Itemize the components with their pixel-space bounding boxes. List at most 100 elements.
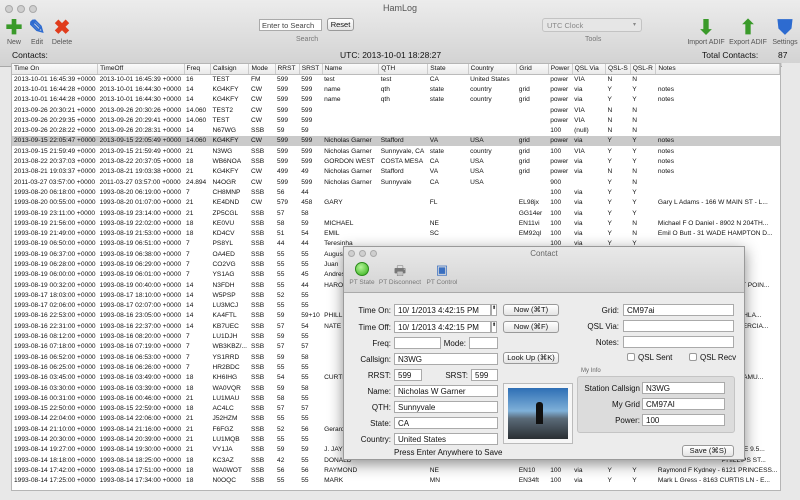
table-row[interactable]: 2013-10-01 16:44:28 +0000 2013-10-01 16:4…: [12, 95, 780, 105]
cell-timeoff: 2013-09-26 20:28:31 +0000: [99, 127, 182, 135]
cell-time-on: 1993-08-14 18:18:00 +0000: [14, 456, 96, 464]
table-row[interactable]: 2013-10-01 16:45:39 +0000 2013-10-01 16:4…: [12, 74, 780, 84]
new-button[interactable]: ✚ New: [3, 17, 25, 46]
column-header-name[interactable]: Name: [322, 64, 380, 75]
table-row[interactable]: 1993-08-19 21:56:00 +0000 1993-08-19 22:0…: [12, 218, 780, 228]
lookup-button[interactable]: Look Up (⌘K): [503, 352, 559, 364]
column-header-notes[interactable]: Notes: [655, 64, 780, 75]
time-off-label: Time Off:: [358, 323, 391, 332]
qsl-via-field[interactable]: [623, 320, 734, 332]
callsign-field[interactable]: N3WG: [394, 353, 498, 365]
freq-field[interactable]: [394, 337, 441, 349]
table-row[interactable]: 2013-09-26 20:29:35 +0000 2013-09-26 20:2…: [12, 115, 780, 125]
time-off-field[interactable]: 10/ 1/2013 4:42:15 PM: [394, 321, 491, 333]
table-row[interactable]: 2013-09-26 20:30:21 +0000 2013-09-26 20:3…: [12, 105, 780, 115]
column-header-qsl-via[interactable]: QSL Via: [572, 64, 606, 75]
mode-field[interactable]: [469, 337, 498, 349]
table-row[interactable]: 2013-09-26 20:28:22 +0000 2013-09-26 20:2…: [12, 125, 780, 135]
now-time-off-button[interactable]: Now (⌘F): [503, 321, 559, 333]
checkbox-icon: [689, 353, 697, 361]
cell-callsign: LU1DJH: [212, 333, 238, 341]
now-time-on-button[interactable]: Now (⌘T): [503, 304, 559, 316]
power-field[interactable]: 100: [642, 414, 725, 426]
cell-time-on: 2013-09-26 20:30:21 +0000: [14, 106, 96, 114]
column-header-power[interactable]: Power: [548, 64, 573, 75]
time-on-stepper[interactable]: ⬍: [491, 304, 497, 316]
table-row[interactable]: 1993-08-20 06:18:00 +0000 1993-08-20 06:1…: [12, 187, 780, 197]
cell-rrst: 42: [277, 456, 285, 464]
cell-qth: [379, 476, 428, 486]
state-field[interactable]: CA: [394, 417, 498, 429]
table-row[interactable]: 1993-08-14 17:42:00 +0000 1993-08-14 17:5…: [12, 465, 780, 475]
column-header-state[interactable]: State: [427, 64, 469, 75]
cell-country: country: [470, 96, 492, 104]
station-callsign-field[interactable]: N3WG: [642, 382, 725, 394]
table-row[interactable]: 2011-03-27 03:57:00 +0000 2011-03-27 03:5…: [12, 177, 780, 187]
cell-mode: SSB: [250, 374, 265, 382]
cell-freq: 21: [186, 415, 194, 423]
edit-button[interactable]: ✎ Edit: [26, 17, 48, 46]
import-adif-button[interactable]: ⬇ Import ADIF: [686, 17, 726, 46]
cell-rrst: 599: [277, 158, 289, 166]
cell-srst: 58: [301, 384, 309, 392]
table-row[interactable]: 2013-08-22 20:37:03 +0000 2013-08-22 20:3…: [12, 156, 780, 166]
column-header-srst[interactable]: SRST: [299, 64, 323, 75]
column-header-qsl-r[interactable]: QSL-R: [630, 64, 657, 75]
column-header-time-on[interactable]: Time On: [12, 64, 99, 75]
column-header-mode[interactable]: Mode: [248, 64, 276, 75]
cell-srst: 57: [301, 343, 309, 351]
settings-button[interactable]: ⛊ Settings: [770, 17, 800, 46]
column-header-qth[interactable]: QTH: [378, 64, 429, 75]
cell-state: VA: [427, 135, 469, 147]
name-field[interactable]: Nicholas W Garner: [394, 385, 498, 397]
cell-power: power: [550, 158, 569, 166]
pt-state-button[interactable]: PT State: [348, 262, 376, 286]
column-header-rrst[interactable]: RRST: [275, 64, 300, 75]
column-header-callsign[interactable]: Callsign: [210, 64, 250, 75]
cell-country: [468, 187, 517, 197]
cell-freq: 7: [186, 250, 190, 258]
column-header-grid[interactable]: Grid: [516, 64, 549, 75]
cell-notes: notes: [657, 96, 675, 104]
table-row[interactable]: 1993-08-20 00:55:00 +0000 1993-08-20 01:0…: [12, 198, 780, 208]
qsl-sent-checkbox[interactable]: QSL Sent: [627, 353, 672, 362]
table-row[interactable]: 2013-10-01 16:44:28 +0000 2013-10-01 16:4…: [12, 84, 780, 94]
table-row[interactable]: 1993-08-19 21:49:00 +0000 1993-08-19 21:5…: [12, 228, 780, 238]
table-row[interactable]: 2013-09-15 22:05:47 +0000 2013-09-15 22:0…: [12, 135, 780, 147]
pt-disconnect-button[interactable]: 🖶 PT Disconnect: [378, 262, 422, 286]
cell-time-on: 2013-10-01 16:45:39 +0000: [14, 75, 96, 83]
cell-timeoff: 1993-08-14 17:34:00 +0000: [99, 477, 182, 485]
export-adif-button[interactable]: ⬆ Export ADIF: [728, 17, 768, 46]
table-row[interactable]: 2013-09-15 21:59:49 +0000 2013-09-15 21:5…: [12, 146, 780, 156]
qth-field[interactable]: Sunnyvale: [394, 401, 498, 413]
table-row[interactable]: 1993-08-19 23:11:00 +0000 1993-08-19 23:1…: [12, 208, 780, 218]
cell-qsl-s: Y: [607, 178, 612, 186]
column-header-country[interactable]: Country: [468, 64, 518, 75]
table-row[interactable]: 2013-08-21 19:03:37 +0000 2013-08-21 19:0…: [12, 167, 780, 177]
my-grid-field[interactable]: CM97AI: [642, 398, 725, 410]
notes-field[interactable]: [623, 336, 734, 348]
column-header-freq[interactable]: Freq: [184, 64, 212, 75]
pt-control-button[interactable]: ▣ PT Control: [424, 262, 460, 286]
cell-freq: 14: [186, 281, 194, 289]
time-on-field[interactable]: 10/ 1/2013 4:42:15 PM: [394, 304, 491, 316]
cell-timeoff: 1993-08-17 02:07:00 +0000: [99, 302, 182, 310]
qsl-recv-checkbox[interactable]: QSL Recv: [689, 353, 736, 362]
save-button[interactable]: Save (⌘S): [682, 445, 734, 457]
grid-field[interactable]: CM97ai: [623, 304, 734, 316]
srst-field[interactable]: 599: [471, 369, 498, 381]
tools-select[interactable]: UTC Clock ▾: [542, 18, 642, 32]
search-input[interactable]: Enter to Search: [259, 19, 322, 31]
cell-power: 100: [550, 199, 562, 207]
table-row[interactable]: 1993-08-14 17:25:00 +0000 1993-08-14 17:3…: [12, 476, 780, 486]
column-header-timeoff[interactable]: TimeOff: [97, 64, 185, 75]
reset-button[interactable]: Reset: [327, 18, 354, 31]
column-header-qsl-s[interactable]: QSL-S: [605, 64, 631, 75]
country-field[interactable]: United States: [394, 433, 498, 445]
time-off-stepper[interactable]: ⬍: [491, 321, 497, 333]
rrst-field[interactable]: 599: [394, 369, 422, 381]
cell-qsl-s: Y: [607, 466, 612, 474]
cell-srst: 55: [301, 260, 309, 268]
delete-button[interactable]: ✖ Delete: [48, 17, 76, 46]
cell-rrst: 55: [277, 281, 285, 289]
